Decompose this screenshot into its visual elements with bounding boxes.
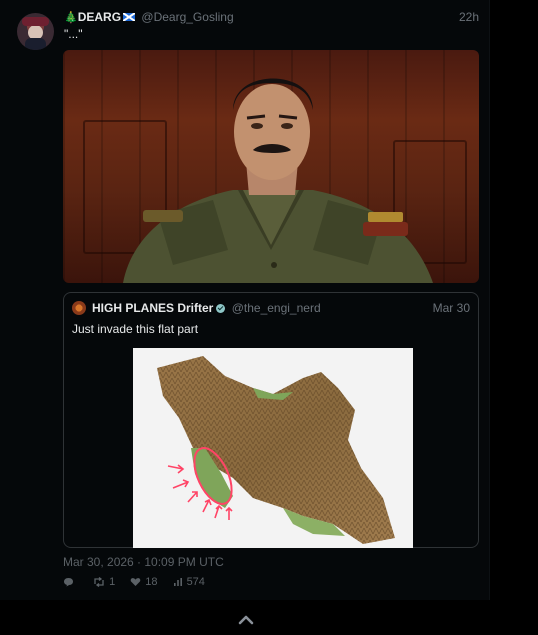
quoted-display-name[interactable]: HIGH PLANES Drifter <box>92 301 213 315</box>
like-count: 18 <box>145 576 158 588</box>
iran-relief-map[interactable] <box>133 348 413 548</box>
display-name[interactable]: DEARG <box>78 10 121 24</box>
avatar-body <box>25 38 46 50</box>
views-button[interactable]: 574 <box>173 576 205 588</box>
avatar[interactable] <box>17 13 54 50</box>
reply-icon <box>64 578 73 587</box>
quoted-avatar[interactable] <box>72 301 86 315</box>
tweet-header: 🎄DEARG @Dearg_Gosling <box>64 10 234 25</box>
avatar-hat <box>22 17 49 26</box>
tweet-card[interactable]: 🎄DEARG @Dearg_Gosling 22h "..." HIGH PLA… <box>0 0 490 600</box>
user-handle[interactable]: @Dearg_Gosling <box>141 10 233 24</box>
tweet-time[interactable]: 22h <box>459 10 479 24</box>
relief-map-drawing <box>157 356 395 544</box>
quoted-text: Just invade this flat part <box>72 322 199 336</box>
quoted-handle[interactable]: @the_engi_nerd <box>232 301 321 315</box>
like-icon <box>130 578 141 586</box>
quoted-header: HIGH PLANES Drifter @the_engi_nerd <box>92 301 321 315</box>
tweet-metrics: 1 18 574 <box>63 576 217 588</box>
scotland-flag-icon <box>123 13 136 21</box>
portrait-figure <box>123 78 433 283</box>
retweet-icon <box>94 576 104 588</box>
tweet-text: "..." <box>64 27 83 41</box>
retweet-button[interactable]: 1 <box>93 576 115 588</box>
verified-icon <box>216 304 226 313</box>
like-button[interactable]: 18 <box>130 576 158 588</box>
tree-emoji: 🎄 <box>64 12 78 24</box>
quoted-time[interactable]: Mar 30 <box>433 301 470 315</box>
tweet-date[interactable]: Mar 30, 2026 · 10:09 PM UTC <box>63 555 224 569</box>
views-icon <box>173 578 182 586</box>
reply-button[interactable] <box>63 576 78 588</box>
retweet-count: 1 <box>109 576 116 588</box>
views-count: 574 <box>186 576 205 588</box>
quoted-tweet[interactable]: HIGH PLANES Drifter @the_engi_nerd Mar 3… <box>63 292 479 548</box>
attached-photo[interactable] <box>63 50 479 283</box>
chevron-up-icon[interactable] <box>237 612 255 628</box>
